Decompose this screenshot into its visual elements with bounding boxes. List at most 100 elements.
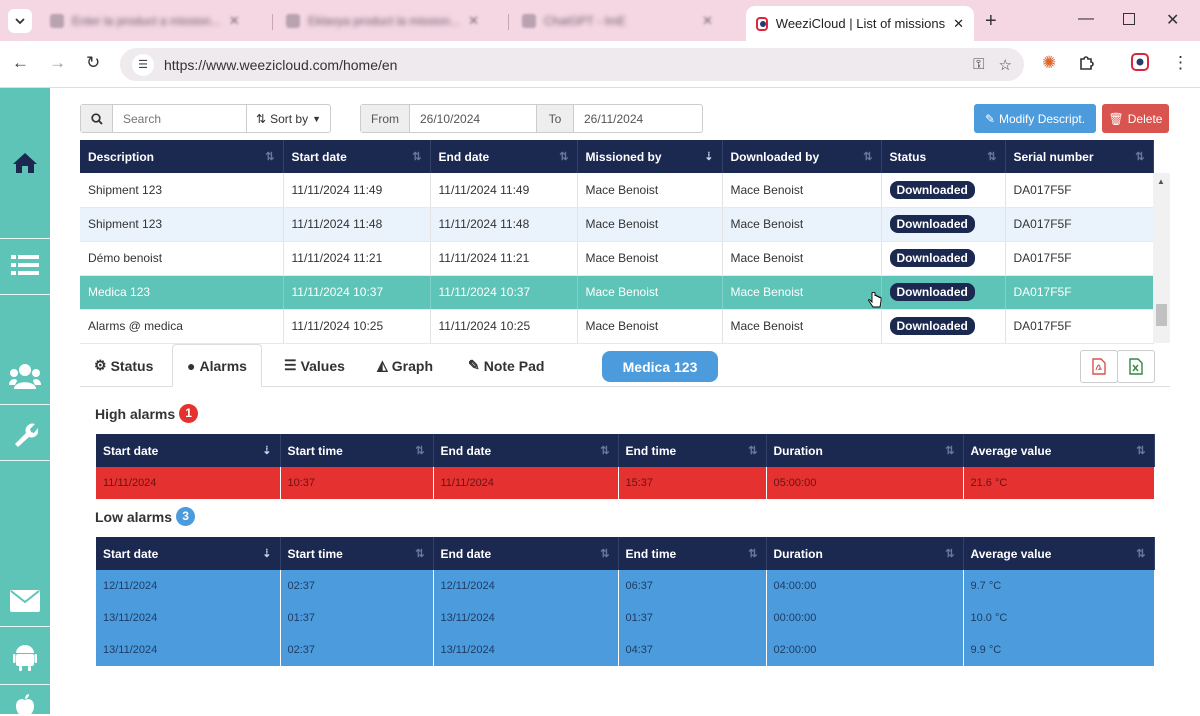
scroll-up-icon[interactable]: ▲ (1157, 177, 1165, 186)
browser-tab-active[interactable]: WeeziCloud | List of missions ✕ (746, 6, 974, 41)
password-key-icon[interactable]: ⚿ (973, 56, 984, 73)
column-header[interactable]: End date ⇅ (430, 140, 578, 173)
tab-title: ChatGPT - ImE (544, 14, 626, 28)
delete-button[interactable]: 🗑︎ Delete (1102, 104, 1169, 133)
column-header[interactable]: End date ⇅ (433, 537, 619, 570)
tab-label: Note Pad (483, 357, 545, 374)
export-excel-button[interactable] (1117, 350, 1155, 383)
table-row[interactable]: Shipment 123 11/11/2024 11:48 11/11/2024… (80, 207, 1154, 242)
close-icon[interactable]: ✕ (953, 16, 964, 32)
table-row[interactable]: Alarms @ medica 11/11/2024 10:25 11/11/2… (80, 309, 1154, 344)
main-content: ⇅ Sort by ▼ From 26/10/2024 To 26/11/202… (50, 88, 1200, 714)
to-date-input[interactable]: 26/11/2024 (573, 105, 702, 132)
column-header[interactable]: Description ⇅ (80, 140, 284, 173)
extensions-puzzle-icon[interactable] (1078, 53, 1096, 76)
mail-icon[interactable] (0, 588, 50, 614)
pdf-file-icon (1092, 358, 1106, 375)
sidebar (0, 88, 50, 716)
column-header[interactable]: Start date ⇣ (96, 537, 281, 570)
delete-label: Delete (1127, 111, 1163, 126)
table-row[interactable]: 12/11/2024 02:37 12/11/2024 06:37 04:00:… (96, 570, 1155, 602)
column-header[interactable]: Average value ⇅ (963, 537, 1155, 570)
modify-description-button[interactable]: ✎ Modify Descript. (974, 104, 1096, 133)
back-arrow-icon[interactable]: ← (12, 53, 29, 73)
sort-by-button[interactable]: ⇅ Sort by ▼ (246, 105, 330, 132)
site-settings-icon[interactable]: ☰ (132, 53, 154, 76)
reload-icon[interactable]: ↻ (86, 53, 100, 73)
wrench-icon[interactable] (0, 418, 50, 450)
search-input[interactable] (113, 105, 246, 132)
users-icon[interactable] (0, 360, 50, 392)
extension-sun-icon[interactable]: ✺ (1042, 53, 1056, 73)
sort-icon: ⇅ (412, 151, 422, 163)
list-icon[interactable] (0, 250, 50, 280)
table-row[interactable]: Démo benoist 11/11/2024 11:21 11/11/2024… (80, 241, 1154, 276)
url-omnibox[interactable]: ☰ https://www.weezicloud.com/home/en ⚿ ☆ (120, 48, 1024, 81)
column-header[interactable]: Duration ⇅ (766, 434, 964, 467)
android-icon[interactable] (0, 642, 50, 672)
table-row[interactable]: 13/11/2024 01:37 13/11/2024 01:37 00:00:… (96, 602, 1155, 634)
forward-arrow-icon[interactable]: → (49, 53, 66, 73)
close-window-icon[interactable]: ✕ (1166, 10, 1179, 30)
table-row-selected[interactable]: Medica 123 11/11/2024 10:37 11/11/2024 1… (80, 275, 1154, 310)
sort-icon: ⇅ (945, 548, 955, 560)
table-scrollbar[interactable]: ▲ (1153, 173, 1170, 343)
cell-downloaded-by: Mace Benoist (722, 241, 882, 276)
table-header-row: Start date ⇣ Start time ⇅ End date ⇅ End ti… (96, 537, 1155, 570)
maximize-icon[interactable] (1123, 12, 1135, 30)
cell-description: Shipment 123 (80, 207, 284, 242)
tab-label: Values (300, 357, 345, 374)
tab-values[interactable]: ☰ Values (284, 344, 345, 387)
cell-serial: DA017F5F (1005, 207, 1154, 242)
column-header[interactable]: Start date ⇅ (283, 140, 431, 173)
from-date-input[interactable]: 26/10/2024 (409, 105, 537, 132)
close-icon[interactable]: ✕ (229, 13, 240, 29)
column-header[interactable]: Serial number ⇅ (1005, 140, 1154, 173)
column-header[interactable]: Status ⇅ (881, 140, 1006, 173)
table-row[interactable]: Shipment 123 11/11/2024 11:49 11/11/2024… (80, 173, 1154, 208)
browser-tab[interactable]: ChatGPT - ImE ✕ (512, 8, 723, 34)
search-icon[interactable] (81, 105, 113, 132)
minimize-icon[interactable]: — (1078, 10, 1094, 28)
column-header[interactable]: Start date ⇣ (96, 434, 281, 467)
home-icon[interactable] (0, 148, 50, 178)
close-icon[interactable]: ✕ (468, 13, 479, 29)
browser-tab[interactable]: Enter la product a mission... ✕ (40, 8, 250, 34)
bookmark-star-icon[interactable]: ☆ (999, 56, 1012, 74)
tab-alarms[interactable]: ● Alarms (172, 344, 262, 387)
column-header[interactable]: Average value ⇅ (963, 434, 1155, 467)
sort-desc-icon: ⇣ (704, 151, 714, 163)
sort-icon: ⇅ (1136, 445, 1146, 457)
tab-note-pad[interactable]: ✎ Note Pad (468, 344, 544, 387)
tab-favicon-icon (50, 14, 64, 28)
column-header[interactable]: End time ⇅ (618, 434, 767, 467)
apple-icon[interactable] (0, 694, 50, 716)
column-header[interactable]: Downloaded by ⇅ (722, 140, 882, 173)
tab-graph[interactable]: ◭ Graph (377, 344, 433, 387)
tab-title: Eklavya product la mission... (308, 14, 461, 28)
tab-status[interactable]: ⚙ Status (94, 344, 153, 387)
table-header-row: Description ⇅ Start date ⇅ End date ⇅ Missi… (80, 140, 1154, 173)
table-row[interactable]: 11/11/2024 10:37 11/11/2024 15:37 05:00:… (96, 467, 1155, 499)
column-header[interactable]: Duration ⇅ (766, 537, 964, 570)
cell-description: Alarms @ medica (80, 309, 284, 344)
close-icon[interactable]: ✕ (702, 13, 713, 29)
url-text[interactable]: https://www.weezicloud.com/home/en (164, 57, 959, 73)
profile-avatar-icon[interactable] (1131, 53, 1149, 76)
table-row[interactable]: 13/11/2024 02:37 13/11/2024 04:37 02:00:… (96, 634, 1155, 666)
export-pdf-button[interactable] (1080, 350, 1118, 383)
missions-table: Description ⇅ Start date ⇅ End date ⇅ Missi… (80, 140, 1154, 344)
browser-tab[interactable]: Eklavya product la mission... ✕ (276, 8, 489, 34)
browser-menu-icon[interactable]: ⋮ (1172, 53, 1189, 73)
cell-missioned-by: Mace Benoist (577, 207, 723, 242)
tab-search-button[interactable] (8, 9, 32, 33)
column-header[interactable]: Missioned by ⇣ (577, 140, 723, 173)
column-header[interactable]: Start time ⇅ (280, 434, 434, 467)
column-header[interactable]: End date ⇅ (433, 434, 619, 467)
scroll-thumb[interactable] (1156, 304, 1167, 326)
sort-icon: ⇅ (600, 548, 610, 560)
new-tab-plus-icon[interactable]: + (985, 10, 997, 33)
column-header[interactable]: Start time ⇅ (280, 537, 434, 570)
list-icon: ☰ (284, 357, 297, 373)
column-header[interactable]: End time ⇅ (618, 537, 767, 570)
